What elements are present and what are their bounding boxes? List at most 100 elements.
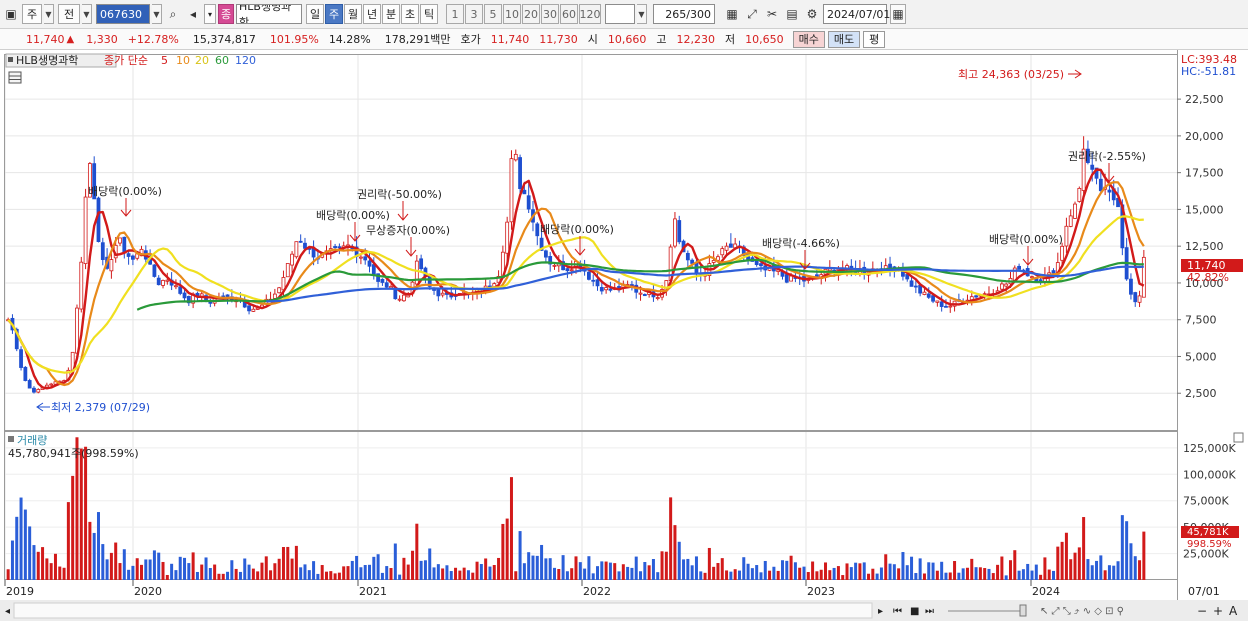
- interval-10[interactable]: 10: [503, 4, 521, 24]
- custom-interval-input[interactable]: [605, 4, 635, 24]
- interval-120[interactable]: 120: [579, 4, 601, 24]
- candle-body: [290, 253, 294, 266]
- volume-bar: [277, 558, 281, 580]
- speaker-icon[interactable]: ◂: [184, 4, 202, 24]
- forward-icon[interactable]: ⏭: [925, 606, 934, 617]
- volume-bar: [96, 512, 100, 580]
- chevron-down-icon[interactable]: ▼: [82, 4, 92, 24]
- event-dividend-2022: 배당락(-4.66%): [762, 237, 840, 250]
- bar-count-field[interactable]: 265/300: [653, 4, 715, 24]
- market-select[interactable]: 전: [58, 4, 80, 24]
- tab-day[interactable]: 일: [306, 4, 324, 24]
- toolbar: ▣ 주 ▼ 전 ▼ 067630 ▼ ⌕ ◂ ▾ 종 HLB생명과학 일 주 월…: [0, 0, 1248, 29]
- interval-5[interactable]: 5: [484, 4, 502, 24]
- volume-bar: [884, 554, 888, 580]
- zoom-out-icon[interactable]: −: [1197, 604, 1207, 618]
- scroll-right-icon[interactable]: ▸: [878, 606, 883, 617]
- hoga-label: 호가: [460, 33, 481, 46]
- close-panel-icon[interactable]: [1233, 432, 1244, 443]
- price-tick-label: 22,500: [1185, 93, 1224, 106]
- candle-body: [587, 271, 591, 280]
- table-icon[interactable]: [8, 71, 22, 84]
- volume-bar: [664, 551, 668, 580]
- flat-button[interactable]: 평: [863, 30, 886, 48]
- period-type-select[interactable]: 주: [22, 4, 42, 24]
- gear-icon[interactable]: ⚙: [803, 4, 821, 24]
- volume-bar: [230, 560, 234, 580]
- tools-icon[interactable]: ✂: [763, 4, 781, 24]
- interval-60[interactable]: 60: [560, 4, 578, 24]
- stock-code-input[interactable]: 067630: [96, 4, 150, 24]
- stop-icon[interactable]: ■: [910, 606, 919, 617]
- scroll-left-icon[interactable]: ◂: [5, 606, 10, 617]
- volume-bar: [639, 571, 643, 580]
- legend-ma60: 60: [215, 54, 229, 67]
- zoom-in-icon[interactable]: +: [1213, 604, 1223, 618]
- volume-bar: [376, 554, 380, 580]
- trade-amount: 178,291백만: [384, 33, 451, 46]
- tab-week[interactable]: 주: [325, 4, 343, 24]
- candle-body: [513, 153, 518, 161]
- calendar-icon[interactable]: ▦: [890, 4, 906, 24]
- volume-bar: [591, 573, 595, 580]
- tab-second[interactable]: 초: [401, 4, 419, 24]
- layout-icon[interactable]: ▣: [2, 4, 20, 24]
- grid-icon[interactable]: ▦: [723, 4, 741, 24]
- candle-body: [1077, 187, 1082, 202]
- volume-bar: [811, 561, 815, 580]
- stock-chart[interactable]: HLB생명과학 종가 단순 5 10 20 60 120 최고 24,363 (…: [0, 50, 1248, 621]
- tab-year[interactable]: 년: [363, 4, 381, 24]
- search-icon[interactable]: ⌕: [164, 4, 182, 24]
- chevron-down-icon[interactable]: ▼: [44, 4, 54, 24]
- candle-body: [272, 293, 277, 299]
- candle-body: [363, 256, 368, 261]
- volume-bar: [514, 571, 518, 580]
- time-tick-label: 2023: [807, 585, 835, 598]
- volume-bar: [398, 574, 402, 580]
- interval-20[interactable]: 20: [522, 4, 540, 24]
- candle-body: [1129, 278, 1133, 295]
- volume-bar: [957, 572, 961, 580]
- volume-bar: [355, 555, 359, 580]
- zoom-handle[interactable]: [1019, 604, 1027, 617]
- candle-body: [49, 383, 54, 386]
- scroll-track[interactable]: [13, 602, 873, 619]
- interval-1[interactable]: 1: [446, 4, 464, 24]
- volume-bar: [871, 568, 875, 580]
- interval-3[interactable]: 3: [465, 4, 483, 24]
- volume-bar: [415, 523, 419, 580]
- candle-body: [126, 253, 131, 257]
- chevron-down-icon[interactable]: ▼: [152, 4, 162, 24]
- tab-tick[interactable]: 틱: [420, 4, 438, 24]
- volume-bar: [1129, 543, 1133, 580]
- volume-bar: [578, 562, 582, 580]
- volume-bar: [712, 566, 716, 580]
- volume-bar: [217, 573, 221, 580]
- save-icon[interactable]: ▤: [783, 4, 801, 24]
- rewind-icon[interactable]: ⏮: [893, 606, 902, 617]
- draw-line-icon[interactable]: ⤢: [743, 4, 761, 24]
- volume-bar: [970, 558, 974, 580]
- text-size-icon[interactable]: A: [1229, 604, 1238, 618]
- legend-ma20: 20: [195, 54, 209, 67]
- volume-bar: [213, 564, 217, 580]
- volume-toggle-icon[interactable]: [8, 436, 14, 442]
- candle-body: [384, 282, 389, 288]
- volume-bar: [307, 570, 311, 580]
- chevron-down-icon[interactable]: ▼: [637, 4, 647, 24]
- stock-name-field[interactable]: HLB생명과학: [236, 4, 302, 24]
- volume-bar: [845, 563, 849, 580]
- sell-button[interactable]: 매도: [827, 30, 861, 48]
- volume-bar: [71, 475, 75, 580]
- buy-button[interactable]: 매수: [792, 30, 825, 48]
- candle-body: [359, 256, 363, 259]
- date-input[interactable]: 2024/07/01: [823, 4, 890, 24]
- volume-bar: [497, 557, 501, 580]
- chevron-down-icon[interactable]: ▾: [204, 4, 216, 24]
- tab-minute[interactable]: 분: [382, 4, 400, 24]
- tab-month[interactable]: 월: [344, 4, 362, 24]
- volume-bar: [1095, 560, 1099, 580]
- interval-30[interactable]: 30: [541, 4, 559, 24]
- drawing-tools-icons[interactable]: ↖ ⤢ ⤡ ⤴ ∿ ◇ ⊡ ⚲: [1040, 606, 1124, 617]
- legend-toggle-icon[interactable]: [8, 57, 13, 62]
